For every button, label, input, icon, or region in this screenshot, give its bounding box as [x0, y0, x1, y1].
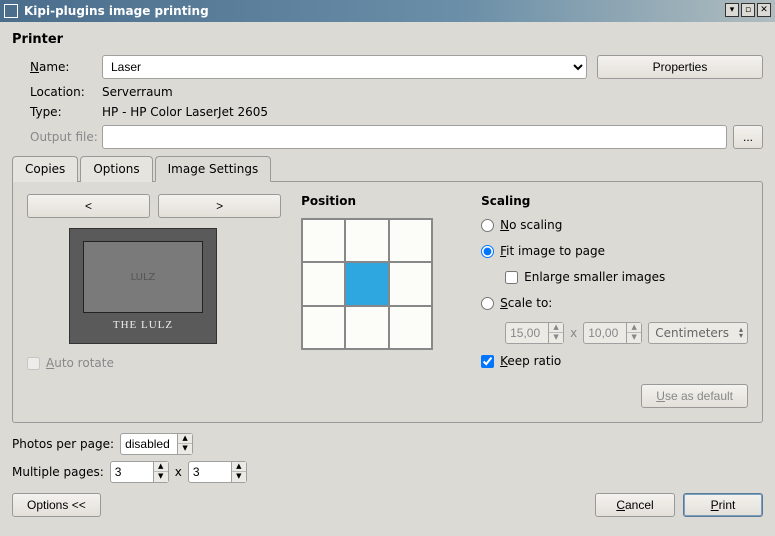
enlarge-checkbox[interactable] — [505, 271, 518, 284]
print-button[interactable]: Print — [683, 493, 763, 517]
multiple-pages-label: Multiple pages: — [12, 465, 104, 479]
output-file-browse-button[interactable]: ... — [733, 125, 763, 149]
tab-strip: Copies Options Image Settings — [12, 155, 763, 181]
keep-ratio-checkbox[interactable] — [481, 355, 494, 368]
scale-unit-select[interactable]: Centimeters ▴▾ — [648, 322, 748, 344]
spin-up-icon[interactable]: ▲ — [549, 323, 563, 333]
position-cell-5[interactable] — [389, 262, 432, 305]
scale-to-label: Scale to: — [500, 296, 552, 310]
spin-down-icon[interactable]: ▼ — [154, 472, 168, 482]
fit-to-page-label: Fit image to page — [500, 244, 605, 258]
window-icon — [4, 4, 18, 18]
thumbnail-caption: THE LULZ — [113, 319, 173, 331]
cancel-button[interactable]: Cancel — [595, 493, 675, 517]
printer-name-select[interactable]: Laser — [102, 55, 587, 79]
tab-options[interactable]: Options — [80, 156, 152, 182]
position-cell-0[interactable] — [302, 219, 345, 262]
printer-section-title: Printer — [12, 32, 763, 47]
maximize-button[interactable]: ▫ — [741, 3, 755, 17]
multiple-pages-cols-input[interactable] — [111, 465, 153, 479]
spin-down-icon[interactable]: ▼ — [549, 333, 563, 343]
scale-height-spin[interactable]: ▲▼ — [583, 322, 642, 344]
spin-up-icon[interactable]: ▲ — [627, 323, 641, 333]
output-file-label: Output file: — [12, 130, 102, 144]
window-title: Kipi-plugins image printing — [24, 4, 209, 18]
scale-to-row[interactable]: Scale to: — [481, 296, 748, 310]
minimize-button[interactable]: ▾ — [725, 3, 739, 17]
scaling-title: Scaling — [481, 194, 748, 208]
image-thumbnail: LULZ THE LULZ — [69, 228, 217, 344]
close-button[interactable]: ✕ — [757, 3, 771, 17]
location-label: Location: — [12, 85, 102, 99]
photos-per-page-input[interactable] — [121, 437, 177, 451]
position-cell-3[interactable] — [302, 262, 345, 305]
position-cell-7[interactable] — [345, 306, 388, 349]
no-scaling-radio[interactable] — [481, 219, 494, 232]
keep-ratio-label: Keep ratio — [500, 354, 561, 368]
auto-rotate-row[interactable]: Auto rotate — [27, 356, 281, 370]
tab-copies[interactable]: Copies — [12, 156, 78, 182]
fit-to-page-row[interactable]: Fit image to page — [481, 244, 748, 258]
thumbnail-image-area: LULZ — [83, 241, 203, 313]
location-value: Serverraum — [102, 85, 173, 99]
position-cell-2[interactable] — [389, 219, 432, 262]
scale-height-input[interactable] — [584, 326, 626, 340]
scale-unit-label: Centimeters — [655, 326, 729, 340]
tab-image-settings[interactable]: Image Settings — [155, 156, 272, 182]
photos-per-page-spin[interactable]: ▲▼ — [120, 433, 193, 455]
scale-x-sep: x — [570, 326, 577, 340]
output-file-input[interactable] — [102, 125, 727, 149]
scale-width-spin[interactable]: ▲▼ — [505, 322, 564, 344]
auto-rotate-checkbox[interactable] — [27, 357, 40, 370]
type-label: Type: — [12, 105, 102, 119]
properties-button[interactable]: Properties — [597, 55, 763, 79]
multiple-pages-rows-spin[interactable]: ▲▼ — [188, 461, 247, 483]
use-as-default-button[interactable]: Use as default — [641, 384, 748, 408]
fit-to-page-radio[interactable] — [481, 245, 494, 258]
spin-up-icon[interactable]: ▲ — [154, 462, 168, 472]
multiple-pages-rows-input[interactable] — [189, 465, 231, 479]
spin-down-icon[interactable]: ▼ — [178, 444, 192, 454]
position-grid — [301, 218, 433, 350]
auto-rotate-label: Auto rotate — [46, 356, 114, 370]
chevron-updown-icon: ▴▾ — [739, 327, 743, 339]
position-cell-4[interactable] — [345, 262, 388, 305]
spin-down-icon[interactable]: ▼ — [232, 472, 246, 482]
scale-to-radio[interactable] — [481, 297, 494, 310]
window-body: Printer Name: Laser Properties Location:… — [0, 22, 775, 525]
prev-image-button[interactable]: < — [27, 194, 150, 218]
tab-panel-image-settings: < > LULZ THE LULZ Auto rotate Position — [12, 181, 763, 423]
position-cell-1[interactable] — [345, 219, 388, 262]
enlarge-label: Enlarge smaller images — [524, 270, 665, 284]
photos-per-page-label: Photos per page: — [12, 437, 114, 451]
next-image-button[interactable]: > — [158, 194, 281, 218]
titlebar: Kipi-plugins image printing ▾ ▫ ✕ — [0, 0, 775, 22]
multiple-pages-cols-spin[interactable]: ▲▼ — [110, 461, 169, 483]
no-scaling-label: No scaling — [500, 218, 562, 232]
spin-down-icon[interactable]: ▼ — [627, 333, 641, 343]
spin-up-icon[interactable]: ▲ — [178, 434, 192, 444]
type-value: HP - HP Color LaserJet 2605 — [102, 105, 268, 119]
no-scaling-row[interactable]: No scaling — [481, 218, 748, 232]
scale-width-input[interactable] — [506, 326, 548, 340]
multiple-pages-x-sep: x — [175, 465, 182, 479]
name-label: Name: — [12, 60, 102, 74]
enlarge-row[interactable]: Enlarge smaller images — [505, 270, 748, 284]
spin-up-icon[interactable]: ▲ — [232, 462, 246, 472]
position-cell-8[interactable] — [389, 306, 432, 349]
options-toggle-button[interactable]: Options << — [12, 493, 101, 517]
position-title: Position — [301, 194, 461, 208]
position-cell-6[interactable] — [302, 306, 345, 349]
keep-ratio-row[interactable]: Keep ratio — [481, 354, 748, 368]
